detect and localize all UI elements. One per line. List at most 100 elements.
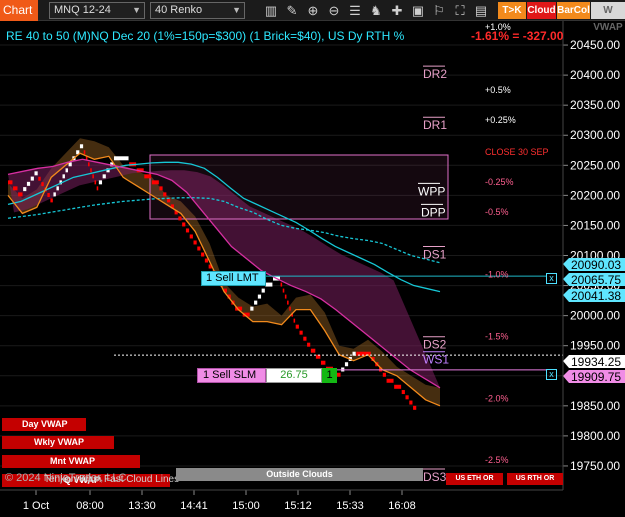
plus-icon[interactable]: ✚ <box>388 2 406 19</box>
barcol-button[interactable]: BarCol <box>557 2 590 19</box>
y-tick-label: 20200.00 <box>570 188 620 202</box>
mnt-vwap-button[interactable]: Mnt VWAP <box>2 455 140 468</box>
chart-toolbar: Chart MNQ 12-24 ▼ 40 Renko ▼ ▥ ✎ ⊕ ⊖ ☰ ♞… <box>0 0 625 33</box>
price-axis: 20450.00 20400.00 20350.00 20300.00 20250.00… <box>563 38 620 473</box>
zoom-in-icon[interactable]: ⊕ <box>304 2 322 19</box>
slm-price-box[interactable]: 26.75 <box>266 368 322 383</box>
pnl-text: -1.61% = -327.00 <box>471 29 564 43</box>
up-brick <box>65 168 68 173</box>
x-tick-label: 13:30 <box>128 500 156 512</box>
chevron-down-icon: ▼ <box>232 5 241 15</box>
percent-label: +0.25% <box>485 115 516 125</box>
chart-tab[interactable]: Chart <box>0 0 38 21</box>
sell-lmt-label: 1 Sell LMT <box>206 272 259 284</box>
price-tag-label: 19934.25 <box>571 355 621 369</box>
sell-lmt-close[interactable]: x <box>546 273 557 284</box>
tenkan-kijun-label: Tenkan Kijun Fast Cloud Lines <box>44 474 180 485</box>
zoom-out-icon[interactable]: ⊖ <box>325 2 343 19</box>
bar-type-selector[interactable]: 40 Renko ▼ <box>150 2 245 19</box>
sell-slm-close[interactable]: x <box>546 369 557 380</box>
up-brick <box>257 294 262 299</box>
down-brick <box>92 174 94 179</box>
outside-clouds-label: Outside Clouds <box>266 469 333 479</box>
down-brick <box>282 288 285 293</box>
down-brick <box>163 192 167 197</box>
down-brick <box>159 186 163 191</box>
pivot-labels: DR2 DR1 WPP DPP DS1 DS2WS1 DS3 <box>418 65 449 484</box>
pivot-label: DPP <box>421 205 446 219</box>
up-brick <box>34 171 38 176</box>
tk-button[interactable]: T>K <box>498 2 526 19</box>
down-brick <box>8 180 13 185</box>
down-brick <box>307 342 311 347</box>
pivot-label: WPP <box>418 184 445 198</box>
lock-icon[interactable]: ▤ <box>472 2 490 19</box>
up-brick <box>23 187 27 192</box>
percent-labels: +1.0%+0.5%+0.25%CLOSE 30 SEP-0.25%-0.5%-… <box>485 22 549 465</box>
down-brick <box>295 324 299 329</box>
pivot-label: DR1 <box>423 118 447 132</box>
bar-chart-icon[interactable]: ▥ <box>262 2 280 19</box>
template-icon[interactable]: ⚐ <box>430 2 448 19</box>
x-tick-label: 15:33 <box>336 500 364 512</box>
time-axis: 1 Oct 08:00 13:30 14:41 15:00 15:12 15:33 16:08 <box>23 490 416 512</box>
down-brick <box>280 282 283 287</box>
day-vwap-button[interactable]: Day VWAP <box>2 418 86 431</box>
down-brick <box>47 192 50 197</box>
price-tag-label: 20041.38 <box>571 289 621 303</box>
down-brick <box>409 400 413 405</box>
draw-pencil-icon[interactable]: ✎ <box>283 2 301 19</box>
percent-label: CLOSE 30 SEP <box>485 147 549 157</box>
y-tick-label: 20000.00 <box>570 309 620 323</box>
y-tick-label: 19800.00 <box>570 429 620 443</box>
y-tick-label: 20350.00 <box>570 98 620 112</box>
instrument-label: MNQ 12-24 <box>54 4 111 16</box>
pivot-label: DS1 <box>423 248 447 262</box>
down-brick <box>293 318 296 323</box>
us-rth-or-button[interactable]: US RTH OR <box>507 473 563 485</box>
down-brick <box>386 378 394 383</box>
pivot-label: DR2 <box>423 67 447 81</box>
up-brick <box>79 144 84 149</box>
slm-quantity-box[interactable]: 1 <box>322 368 337 383</box>
vwap-toggle-button[interactable]: W VWAP <box>591 2 625 33</box>
close-icon: x <box>549 369 554 379</box>
down-brick <box>289 306 291 311</box>
instrument-selector[interactable]: MNQ 12-24 ▼ <box>49 2 145 19</box>
cloud-button[interactable]: Cloud <box>527 2 556 19</box>
down-brick <box>13 186 18 191</box>
down-brick <box>178 216 182 221</box>
outside-clouds-bar[interactable]: Outside Clouds <box>176 468 423 481</box>
sell-lmt-order[interactable]: 1 Sell LMT <box>201 271 266 286</box>
up-brick <box>30 176 34 181</box>
fullscreen-icon[interactable]: ⛶ <box>451 2 469 19</box>
price-tag-label: 19909.75 <box>571 370 621 384</box>
wkly-vwap-button[interactable]: Wkly VWAP <box>2 436 114 449</box>
down-brick <box>38 176 41 181</box>
down-brick <box>405 395 409 400</box>
y-tick-label: 19950.00 <box>570 339 620 353</box>
camera-icon[interactable]: ▣ <box>409 2 427 19</box>
down-brick <box>401 390 405 395</box>
down-brick <box>94 180 97 185</box>
down-brick <box>299 330 303 335</box>
x-tick-label: 1 Oct <box>23 500 49 512</box>
down-brick <box>96 186 99 191</box>
properties-icon[interactable]: ☰ <box>346 2 364 19</box>
sell-slm-order[interactable]: 1 Sell SLM <box>197 368 266 383</box>
y-tick-label: 20250.00 <box>570 158 620 172</box>
down-brick <box>413 405 417 410</box>
percent-label: -1.0% <box>485 270 509 280</box>
pivot-label: DS2 <box>423 338 447 352</box>
down-brick <box>50 198 53 203</box>
down-brick <box>204 258 209 263</box>
down-brick <box>151 180 159 185</box>
slm-price-value: 26.75 <box>280 369 308 381</box>
y-tick-label: 19750.00 <box>570 459 620 473</box>
down-brick <box>394 384 402 389</box>
us-eth-or-button[interactable]: US ETH OR <box>446 473 503 485</box>
strategy-icon[interactable]: ♞ <box>367 2 385 19</box>
bar-type-label: 40 Renko <box>155 4 203 16</box>
up-brick <box>53 192 56 197</box>
up-brick <box>250 306 254 311</box>
